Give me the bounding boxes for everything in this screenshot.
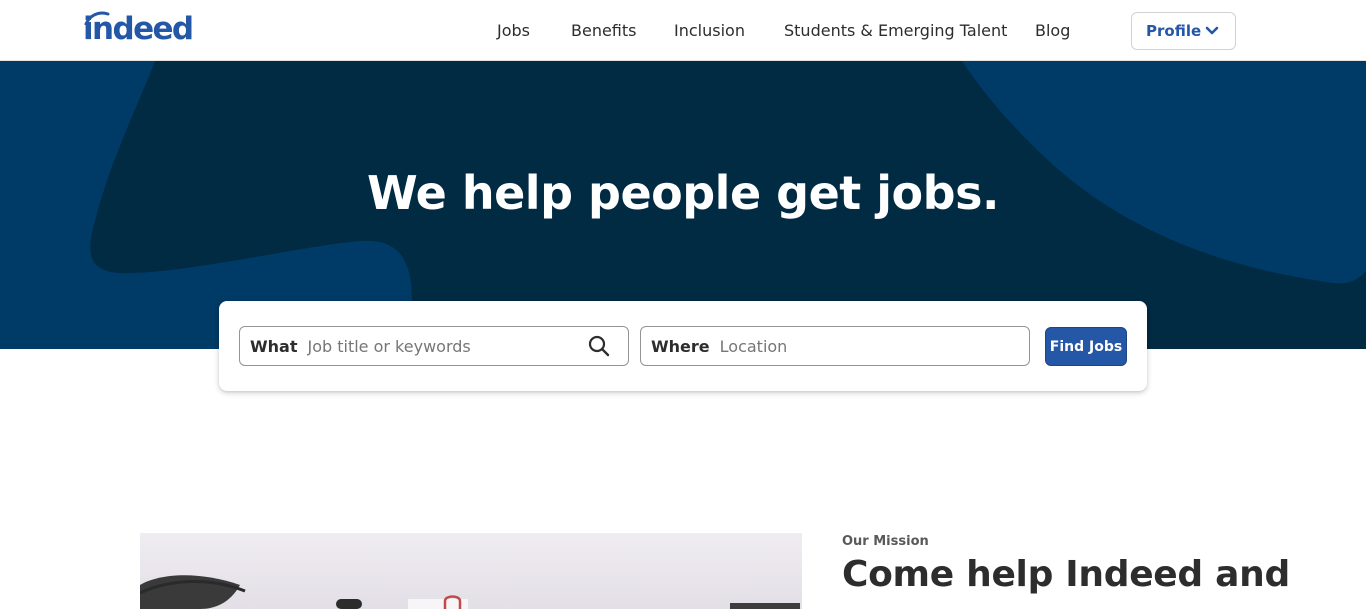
- what-input[interactable]: [307, 336, 578, 356]
- mission-photo: [140, 533, 802, 609]
- where-label: Where: [651, 336, 710, 356]
- indeed-logo[interactable]: indeed: [83, 9, 205, 49]
- mission-title: Come help Indeed and: [842, 554, 1290, 595]
- job-search-card: What Where Find Jobs: [219, 301, 1147, 391]
- search-icon[interactable]: [588, 335, 610, 357]
- chevron-down-icon: [1205, 26, 1219, 35]
- hero-title: We help people get jobs.: [367, 166, 999, 220]
- where-input[interactable]: [719, 336, 990, 356]
- what-label: What: [250, 336, 298, 356]
- what-field[interactable]: What: [239, 326, 629, 366]
- nav-inclusion[interactable]: Inclusion: [674, 20, 745, 42]
- profile-label: Profile: [1146, 22, 1202, 40]
- profile-button[interactable]: Profile: [1131, 12, 1236, 50]
- find-jobs-button[interactable]: Find Jobs: [1045, 327, 1127, 366]
- office-photo-illustration: [140, 575, 800, 609]
- mission-eyebrow: Our Mission: [842, 534, 929, 549]
- nav-blog[interactable]: Blog: [1035, 20, 1070, 42]
- logo-text: indeed: [83, 11, 194, 47]
- where-field[interactable]: Where: [640, 326, 1030, 366]
- site-header: indeed Jobs Benefits Inclusion Students …: [0, 0, 1366, 61]
- nav-students-emerging-talent[interactable]: Students & Emerging Talent: [784, 20, 1007, 42]
- nav-jobs[interactable]: Jobs: [497, 20, 530, 42]
- nav-benefits[interactable]: Benefits: [571, 20, 637, 42]
